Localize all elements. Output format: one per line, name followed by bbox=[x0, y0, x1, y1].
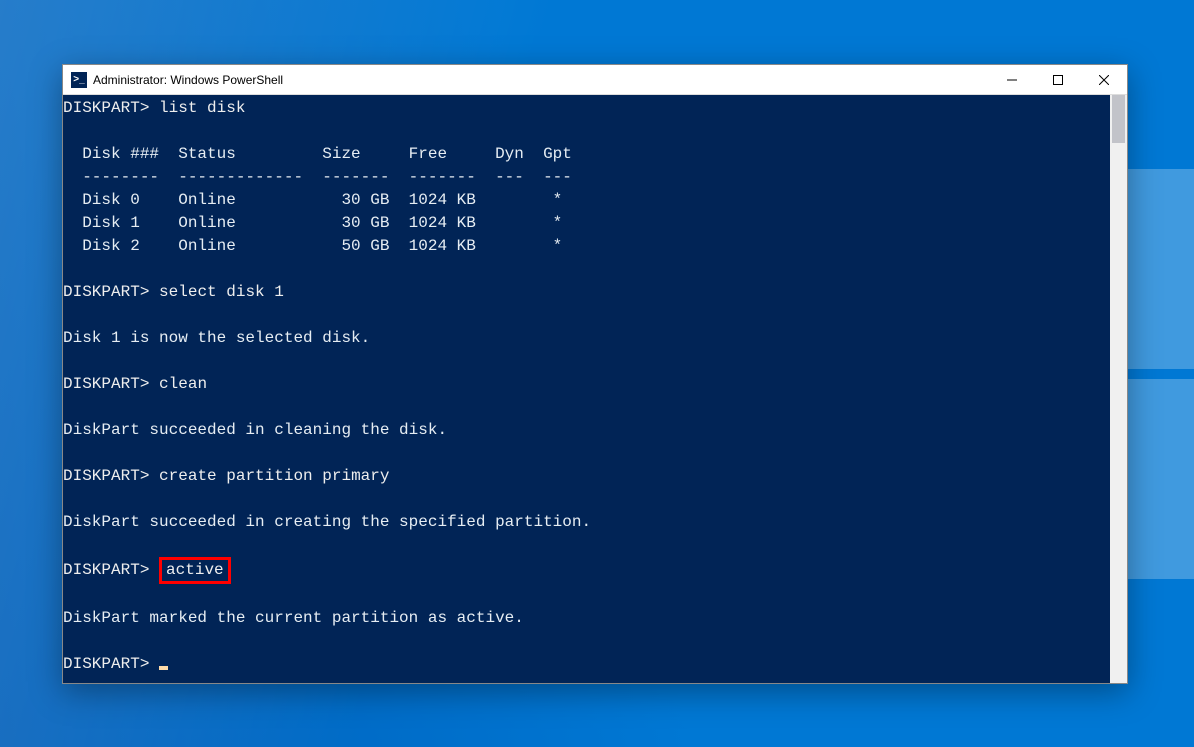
prompt: DISKPART> bbox=[63, 375, 149, 393]
prompt: DISKPART> bbox=[63, 99, 149, 117]
msg-active: DiskPart marked the current partition as… bbox=[63, 609, 524, 627]
prompt: DISKPART> bbox=[63, 561, 149, 579]
prompt: DISKPART> bbox=[63, 655, 149, 673]
prompt: DISKPART> bbox=[63, 283, 149, 301]
disk-table-header: Disk ### Status Size Free Dyn Gpt bbox=[63, 145, 572, 163]
cmd-active: active bbox=[166, 561, 224, 579]
close-button[interactable] bbox=[1081, 65, 1127, 95]
disk-table-divider: -------- ------------- ------- ------- -… bbox=[63, 168, 572, 186]
prompt: DISKPART> bbox=[63, 467, 149, 485]
disk-row-1: Disk 1 Online 30 GB 1024 KB * bbox=[63, 214, 562, 232]
minimize-button[interactable] bbox=[989, 65, 1035, 95]
powershell-window: >_ Administrator: Windows PowerShell DIS… bbox=[62, 64, 1128, 684]
minimize-icon bbox=[1007, 75, 1017, 85]
msg-cleaned: DiskPart succeeded in cleaning the disk. bbox=[63, 421, 447, 439]
powershell-icon: >_ bbox=[71, 72, 87, 88]
vertical-scrollbar[interactable] bbox=[1110, 95, 1127, 683]
cmd-create-partition: create partition primary bbox=[159, 467, 389, 485]
cmd-clean: clean bbox=[159, 375, 207, 393]
disk-row-2: Disk 2 Online 50 GB 1024 KB * bbox=[63, 237, 562, 255]
maximize-button[interactable] bbox=[1035, 65, 1081, 95]
terminal-output[interactable]: DISKPART> list disk Disk ### Status Size… bbox=[63, 95, 1110, 683]
scrollbar-thumb[interactable] bbox=[1112, 95, 1125, 143]
highlighted-command: active bbox=[159, 557, 231, 584]
msg-selected: Disk 1 is now the selected disk. bbox=[63, 329, 370, 347]
cursor bbox=[159, 666, 168, 670]
maximize-icon bbox=[1053, 75, 1063, 85]
disk-row-0: Disk 0 Online 30 GB 1024 KB * bbox=[63, 191, 562, 209]
titlebar[interactable]: >_ Administrator: Windows PowerShell bbox=[63, 65, 1127, 95]
msg-created: DiskPart succeeded in creating the speci… bbox=[63, 513, 591, 531]
cmd-list-disk: list disk bbox=[159, 99, 245, 117]
close-icon bbox=[1099, 75, 1109, 85]
cmd-select-disk: select disk 1 bbox=[159, 283, 284, 301]
window-title: Administrator: Windows PowerShell bbox=[93, 73, 283, 87]
